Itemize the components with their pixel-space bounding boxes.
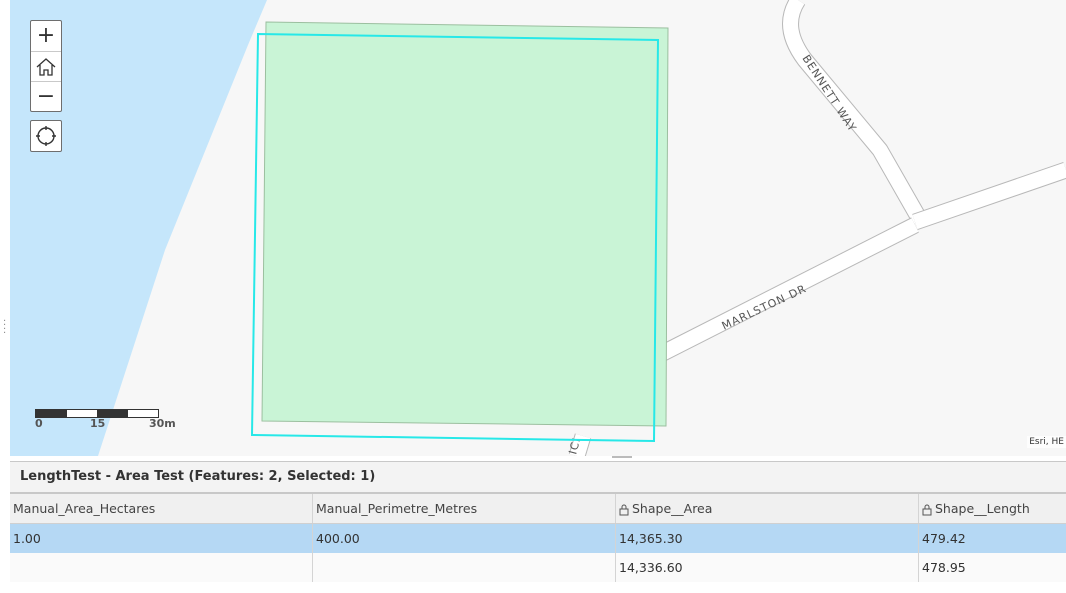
zoom-controls: + − [30, 20, 62, 112]
area-feature-polygon[interactable] [261, 21, 669, 427]
scale-label-0: 0 [35, 417, 43, 430]
table-cell [10, 553, 313, 582]
scale-label-15: 15 [90, 417, 106, 430]
lock-icon [922, 504, 932, 515]
column-header[interactable]: Manual_Area_Hectares [10, 494, 313, 523]
road-label-bennett-way: BENNETT WAY [799, 53, 859, 135]
table-grid: Manual_Area_Hectares Manual_Perimetre_Me… [10, 494, 1066, 582]
zoom-out-button[interactable]: − [31, 81, 61, 111]
plus-icon: + [36, 23, 56, 48]
basemap: BENNETT WAY MARLSTON DR ICI [10, 0, 1066, 456]
map-attribution[interactable]: Esri, HE [1027, 436, 1066, 448]
table-cell: 14,336.60 [616, 553, 919, 582]
minus-icon: − [36, 83, 56, 109]
lock-icon [619, 504, 629, 515]
zoom-in-button[interactable]: + [31, 21, 61, 51]
column-header[interactable]: Shape__Length [919, 494, 1066, 523]
table-cell: 14,365.30 [616, 524, 919, 553]
table-cell: 479.42 [922, 531, 966, 546]
table-cell: 478.95 [922, 560, 966, 575]
table-header-row: Manual_Area_Hectares Manual_Perimetre_Me… [10, 494, 1066, 524]
scale-bar: 0 15 30m [35, 409, 176, 433]
table-resize-handle[interactable] [612, 456, 632, 458]
column-header[interactable]: Manual_Perimetre_Metres [313, 494, 616, 523]
home-icon [36, 57, 56, 76]
table-row[interactable]: 1.00 400.00 14,365.30 479.42 [10, 524, 1066, 553]
road-label-marlston-dr: MARLSTON DR [720, 282, 809, 333]
table-title: LengthTest - Area Test (Features: 2, Sel… [10, 462, 1066, 494]
scale-label-30m: 30m [149, 417, 176, 430]
table-cell: 1.00 [10, 524, 313, 553]
table-cell: 400.00 [313, 524, 616, 553]
table-row[interactable]: 14,336.60 478.95 [10, 553, 1066, 582]
table-cell [313, 553, 616, 582]
attribute-table: LengthTest - Area Test (Features: 2, Sel… [10, 461, 1066, 593]
locate-button[interactable] [30, 120, 62, 152]
side-panel-handle[interactable]: · · · · [3, 317, 6, 339]
crosshair-icon [36, 126, 56, 146]
home-button[interactable] [31, 51, 61, 81]
map-view[interactable]: BENNETT WAY MARLSTON DR ICI + − 0 15 30m… [10, 0, 1066, 456]
column-header[interactable]: Shape__Area [616, 494, 919, 523]
